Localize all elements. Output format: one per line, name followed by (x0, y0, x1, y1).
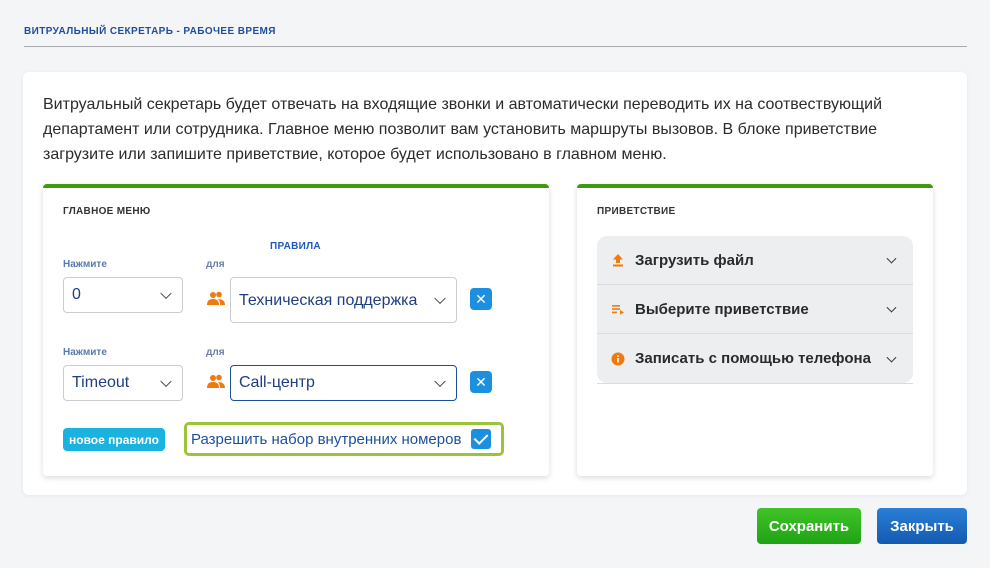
chevron-down-icon (160, 375, 172, 388)
allow-internal-label: Разрешить набор внутренних номеров (191, 430, 462, 448)
press-label: Нажмите (63, 259, 107, 270)
chevron-down-icon (886, 302, 897, 313)
chevron-down-icon (886, 253, 897, 264)
allow-internal-option[interactable]: Разрешить набор внутренних номеров (184, 422, 504, 456)
close-button[interactable]: Закрыть (877, 508, 967, 544)
intro-text: Витруальный секретарь будет отвечать на … (43, 96, 882, 163)
press-key-value: Timeout (72, 374, 130, 391)
people-icon (207, 374, 225, 388)
save-button[interactable]: Сохранить (757, 508, 861, 544)
target-value: Техническая поддержка (239, 291, 418, 309)
chevron-down-icon (434, 375, 446, 388)
main-menu-panel: ГЛАВНОЕ МЕНЮ ПРАВИЛА Нажмите для 0 Техни… (43, 184, 549, 476)
choose-greeting-item[interactable]: Выберите приветствие (597, 285, 913, 334)
chevron-down-icon (160, 287, 172, 300)
press-key-select[interactable]: Timeout (63, 365, 183, 401)
target-select[interactable]: Техническая поддержка (230, 277, 457, 323)
playlist-icon (612, 305, 624, 315)
upload-file-label: Загрузить файл (635, 251, 754, 269)
info-icon (611, 352, 625, 365)
dialog-title: ВИТРУАЛЬНЫЙ СЕКРЕТАРЬ - РАБОЧЕЕ ВРЕМЯ (24, 26, 276, 37)
greeting-panel: ПРИВЕТСТВИЕ Загрузить файл Выберите прив… (577, 184, 933, 476)
record-by-phone-label: Записать с помощью телефона (635, 350, 871, 367)
upload-icon (613, 254, 623, 267)
dialog: ВИТРУАЛЬНЫЙ СЕКРЕТАРЬ - РАБОЧЕЕ ВРЕМЯ Ви… (0, 0, 990, 568)
greeting-accordion: Загрузить файл Выберите приветствие Запи… (597, 236, 913, 383)
new-rule-button[interactable]: новое правило (63, 428, 165, 451)
press-label: Нажмите (63, 347, 107, 358)
content-card: Витруальный секретарь будет отвечать на … (23, 72, 967, 495)
record-by-phone-item[interactable]: Записать с помощью телефона (597, 334, 913, 383)
main-menu-title: ГЛАВНОЕ МЕНЮ (63, 206, 151, 217)
upload-file-item[interactable]: Загрузить файл (597, 236, 913, 285)
allow-internal-checkbox[interactable] (471, 429, 491, 449)
press-key-value: 0 (72, 286, 81, 303)
people-icon (207, 291, 225, 305)
rules-header: ПРАВИЛА (270, 241, 321, 252)
remove-rule-button[interactable]: ✕ (470, 371, 492, 393)
press-key-select[interactable]: 0 (63, 277, 183, 313)
accordion-divider (597, 383, 913, 384)
target-select[interactable]: Call-центр (230, 365, 457, 401)
greeting-title: ПРИВЕТСТВИЕ (597, 206, 676, 217)
for-label: для (206, 259, 225, 270)
title-divider (24, 46, 967, 47)
remove-rule-button[interactable]: ✕ (470, 288, 492, 310)
chevron-down-icon (434, 292, 446, 305)
for-label: для (206, 347, 225, 358)
target-value: Call-центр (239, 374, 315, 391)
chevron-down-icon (886, 352, 897, 363)
choose-greeting-label: Выберите приветствие (635, 300, 809, 318)
